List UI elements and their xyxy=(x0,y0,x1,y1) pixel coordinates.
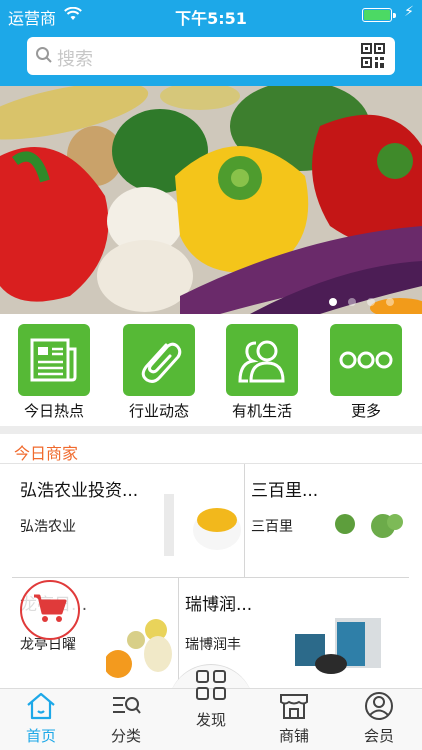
section-title: 今日商家 xyxy=(14,444,79,463)
store-icon xyxy=(278,694,310,725)
merchant-name: 弘浩农业投资... xyxy=(20,481,139,501)
carousel-dot[interactable] xyxy=(367,298,375,306)
status-time: 下午5:51 xyxy=(175,9,247,28)
category-more[interactable]: 更多 xyxy=(321,324,411,421)
home-icon xyxy=(25,692,57,725)
merchant-card[interactable]: 三百里... 三百里 xyxy=(245,464,410,577)
carousel-dot[interactable] xyxy=(386,298,394,306)
qr-scan-icon[interactable] xyxy=(361,43,385,73)
section-divider xyxy=(0,426,422,434)
newspaper-icon xyxy=(18,324,90,396)
more-icon xyxy=(330,324,402,396)
category-label: 行业动态 xyxy=(128,402,189,420)
tab-label: 首页 xyxy=(25,727,56,745)
category-grid: 今日热点 行业动态 有机生活 更多 xyxy=(0,314,422,426)
tab-bar: 首页 分类 发现 商铺 会员 xyxy=(0,670,422,750)
merchant-subtitle: 瑞博润丰 xyxy=(185,637,241,653)
category-hot-news[interactable]: 今日热点 xyxy=(9,324,99,421)
carousel-dot[interactable] xyxy=(348,298,356,306)
search-placeholder: 搜索 xyxy=(57,49,93,70)
product-image xyxy=(335,514,403,538)
tab-store[interactable]: 商铺 xyxy=(259,691,329,746)
search-bar[interactable]: 搜索 xyxy=(27,37,395,75)
category-organic-life[interactable]: 有机生活 xyxy=(217,324,307,421)
merchant-name: 三百里... xyxy=(251,481,319,501)
tab-category[interactable]: 分类 xyxy=(91,691,161,746)
tab-label: 分类 xyxy=(110,727,141,745)
category-label: 更多 xyxy=(350,402,381,420)
battery-icon xyxy=(362,8,396,22)
vegetables-image xyxy=(0,86,422,314)
category-search-icon xyxy=(110,697,142,725)
cart-icon xyxy=(33,593,67,627)
category-label: 今日热点 xyxy=(23,402,84,420)
banner-carousel[interactable] xyxy=(0,86,422,314)
product-image xyxy=(295,618,381,674)
status-bar: 运营商 下午5:51 ⚡ xyxy=(0,0,422,30)
tab-label: 商铺 xyxy=(278,727,309,745)
tab-discover[interactable]: 发现 xyxy=(176,667,246,730)
header: 运营商 下午5:51 ⚡ 搜索 xyxy=(0,0,422,86)
carousel-dot[interactable] xyxy=(329,298,337,306)
merchant-subtitle: 三百里 xyxy=(251,519,293,535)
product-image xyxy=(164,494,241,556)
merchant-name: 瑞博润... xyxy=(185,595,253,615)
product-image xyxy=(106,619,172,678)
search-icon xyxy=(35,46,53,68)
carousel-dots xyxy=(329,298,394,306)
floating-cart-button[interactable] xyxy=(20,580,80,640)
merchant-card[interactable]: 弘浩农业投资... 弘浩农业 xyxy=(12,464,244,577)
user-icon xyxy=(363,692,395,725)
people-icon xyxy=(226,324,298,396)
merchant-subtitle: 弘浩农业 xyxy=(20,519,76,535)
tab-home[interactable]: 首页 xyxy=(6,691,76,746)
charging-icon: ⚡ xyxy=(404,4,414,20)
category-industry-news[interactable]: 行业动态 xyxy=(114,324,204,421)
tab-label: 发现 xyxy=(195,711,226,729)
grid-icon xyxy=(193,670,229,707)
category-label: 有机生活 xyxy=(231,402,292,420)
tab-member[interactable]: 会员 xyxy=(344,691,414,746)
tab-label: 会员 xyxy=(363,727,394,745)
paperclip-icon xyxy=(123,324,195,396)
